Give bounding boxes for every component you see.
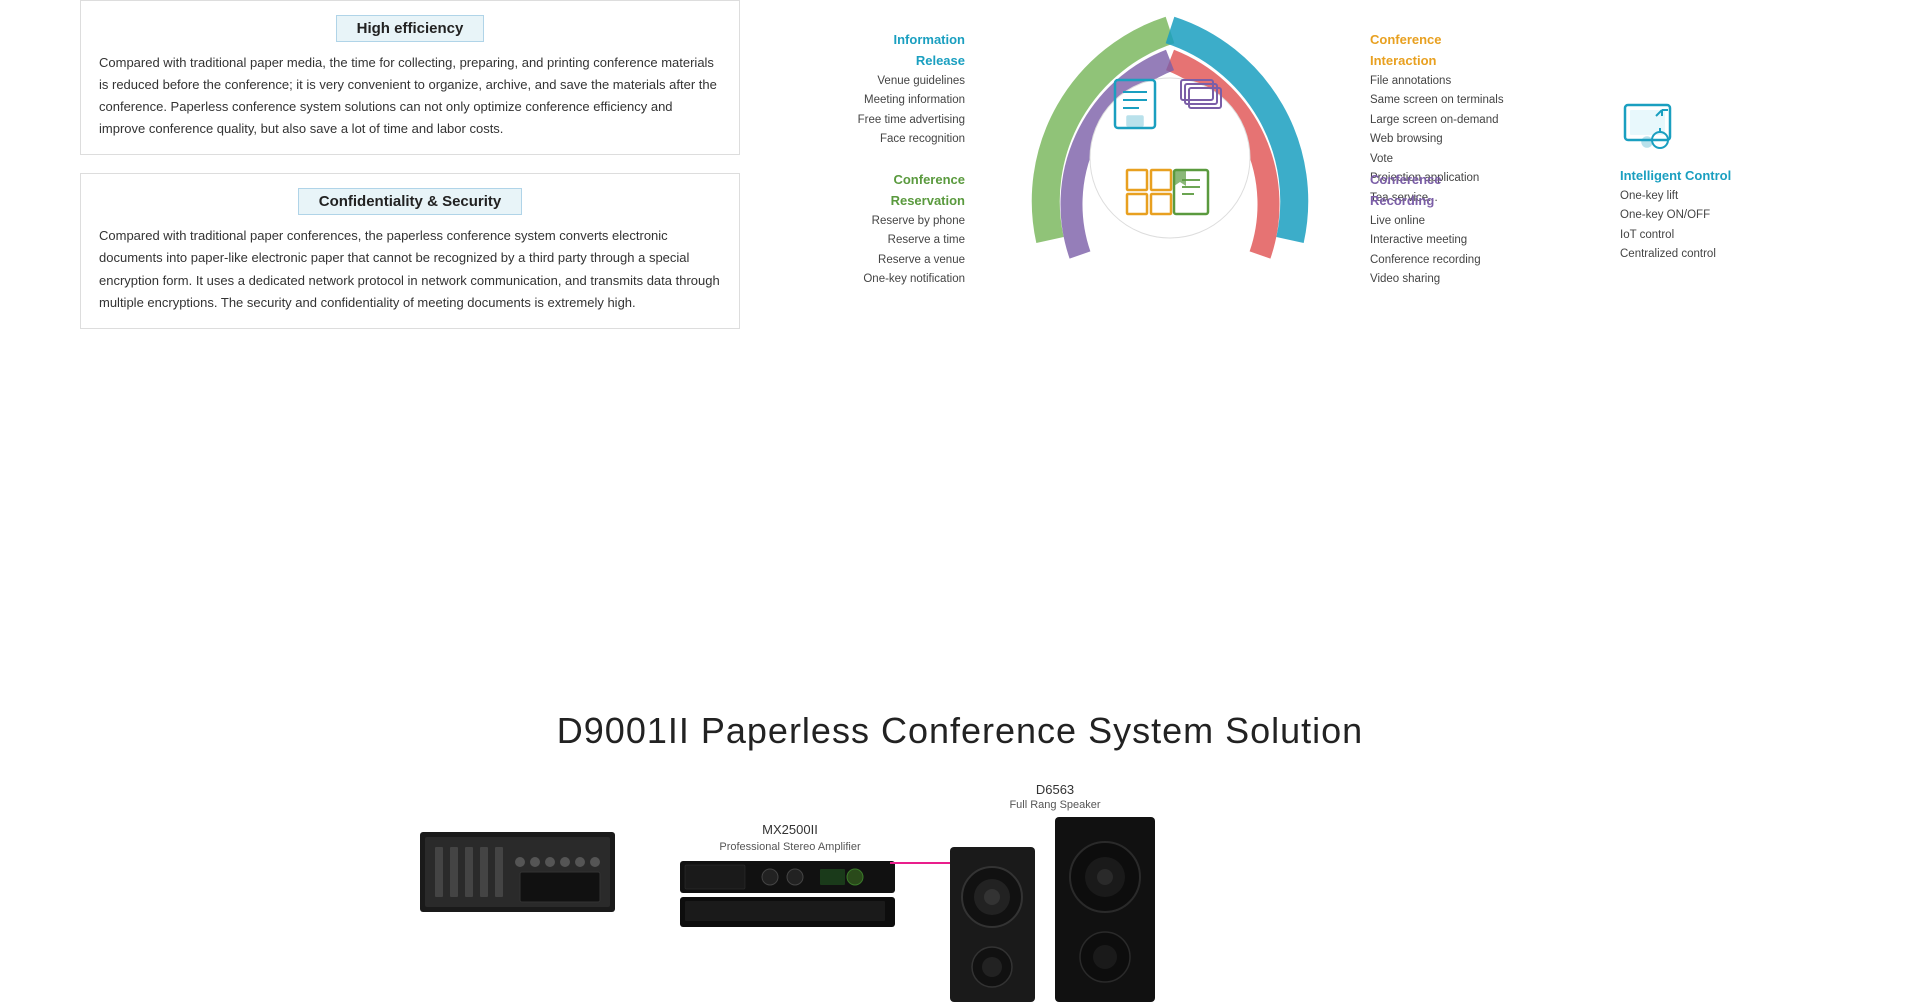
- feature-block-high-efficiency: High efficiency Compared with traditiona…: [80, 0, 740, 155]
- speaker-svg-2: [1055, 817, 1160, 1002]
- intelligent-control-item-2: One-key ON/OFF: [1620, 206, 1780, 226]
- info-release-item-4: Face recognition: [810, 130, 965, 150]
- conf-reservation-label: ConferenceReservation: [810, 170, 965, 212]
- conf-interaction-label: ConferenceInteraction: [1370, 30, 1530, 72]
- main-layout: High efficiency Compared with traditiona…: [0, 0, 1920, 340]
- feature-title-confidentiality: Confidentiality & Security: [298, 188, 523, 215]
- left-content: High efficiency Compared with traditiona…: [80, 0, 740, 347]
- feature-text-high-efficiency: Compared with traditional paper media, t…: [99, 52, 721, 140]
- intelligent-control-icon: [1620, 100, 1675, 155]
- feature-title-high-efficiency: High efficiency: [336, 15, 485, 42]
- conf-recording-label: ConferenceRecording: [1370, 170, 1530, 212]
- page-wrapper: High efficiency Compared with traditiona…: [0, 0, 1920, 1002]
- col-intelligent-control: Intelligent Control One-key lift One-key…: [1620, 100, 1780, 265]
- diagram-svg: [960, 0, 1380, 300]
- speaker-pair: [950, 817, 1160, 1002]
- col-conference-reservation: ConferenceReservation Reserve by phone R…: [810, 170, 965, 290]
- mixer-svg: [420, 802, 620, 922]
- conf-reservation-item-2: Reserve a time: [810, 231, 965, 251]
- amplifier-svg: [680, 861, 900, 931]
- speaker-sublabel: Full Rang Speaker: [950, 799, 1160, 811]
- amplifier-sublabel: Professional Stereo Amplifier: [680, 841, 900, 853]
- intelligent-control-item-4: Centralized control: [1620, 245, 1780, 265]
- conf-interaction-item-2: Same screen on terminals: [1370, 91, 1530, 111]
- feature-text-confidentiality: Compared with traditional paper conferen…: [99, 225, 721, 313]
- speaker-label: D6563: [950, 782, 1160, 797]
- speaker-svg-1: [950, 847, 1040, 1002]
- intelligent-control-item-3: IoT control: [1620, 226, 1780, 246]
- conf-recording-item-2: Interactive meeting: [1370, 231, 1530, 251]
- bottom-title: D9001II Paperless Conference System Solu…: [0, 680, 1920, 772]
- conf-recording-item-3: Conference recording: [1370, 251, 1530, 271]
- conf-recording-item-4: Video sharing: [1370, 270, 1530, 290]
- bottom-section: D9001II Paperless Conference System Solu…: [0, 680, 1920, 1002]
- center-diagram: [960, 0, 1380, 300]
- info-release-item-1: Venue guidelines: [810, 72, 965, 92]
- col-conference-recording: ConferenceRecording Live online Interact…: [1370, 170, 1530, 290]
- conf-interaction-item-4: Web browsing: [1370, 130, 1530, 150]
- conf-recording-item-1: Live online: [1370, 212, 1530, 232]
- info-release-item-3: Free time advertising: [810, 111, 965, 131]
- conf-reservation-item-1: Reserve by phone: [810, 212, 965, 232]
- intelligent-control-label: Intelligent Control: [1620, 166, 1780, 187]
- info-release-label: InformationRelease: [810, 30, 965, 72]
- connection-line: [890, 862, 950, 864]
- speaker-area: D6563 Full Rang Speaker: [950, 782, 1160, 1002]
- conf-interaction-item-3: Large screen on-demand: [1370, 111, 1530, 131]
- bottom-hardware: MX2500II Professional Stereo Amplifier D…: [0, 772, 1920, 1002]
- conf-interaction-item-5: Vote: [1370, 150, 1530, 170]
- conf-reservation-item-3: Reserve a venue: [810, 251, 965, 271]
- amplifier-area: MX2500II Professional Stereo Amplifier: [680, 822, 900, 936]
- col-info-release: InformationRelease Venue guidelines Meet…: [810, 30, 965, 150]
- intelligent-control-item-1: One-key lift: [1620, 187, 1780, 207]
- diagram-wrap: InformationRelease Venue guidelines Meet…: [800, 0, 1880, 330]
- conf-reservation-item-4: One-key notification: [810, 270, 965, 290]
- feature-block-confidentiality: Confidentiality & Security Compared with…: [80, 173, 740, 328]
- mixer-area: [420, 802, 620, 927]
- right-diagram: InformationRelease Venue guidelines Meet…: [800, 0, 1880, 330]
- amplifier-label: MX2500II: [680, 822, 900, 837]
- conf-interaction-item-1: File annotations: [1370, 72, 1530, 92]
- info-release-item-2: Meeting information: [810, 91, 965, 111]
